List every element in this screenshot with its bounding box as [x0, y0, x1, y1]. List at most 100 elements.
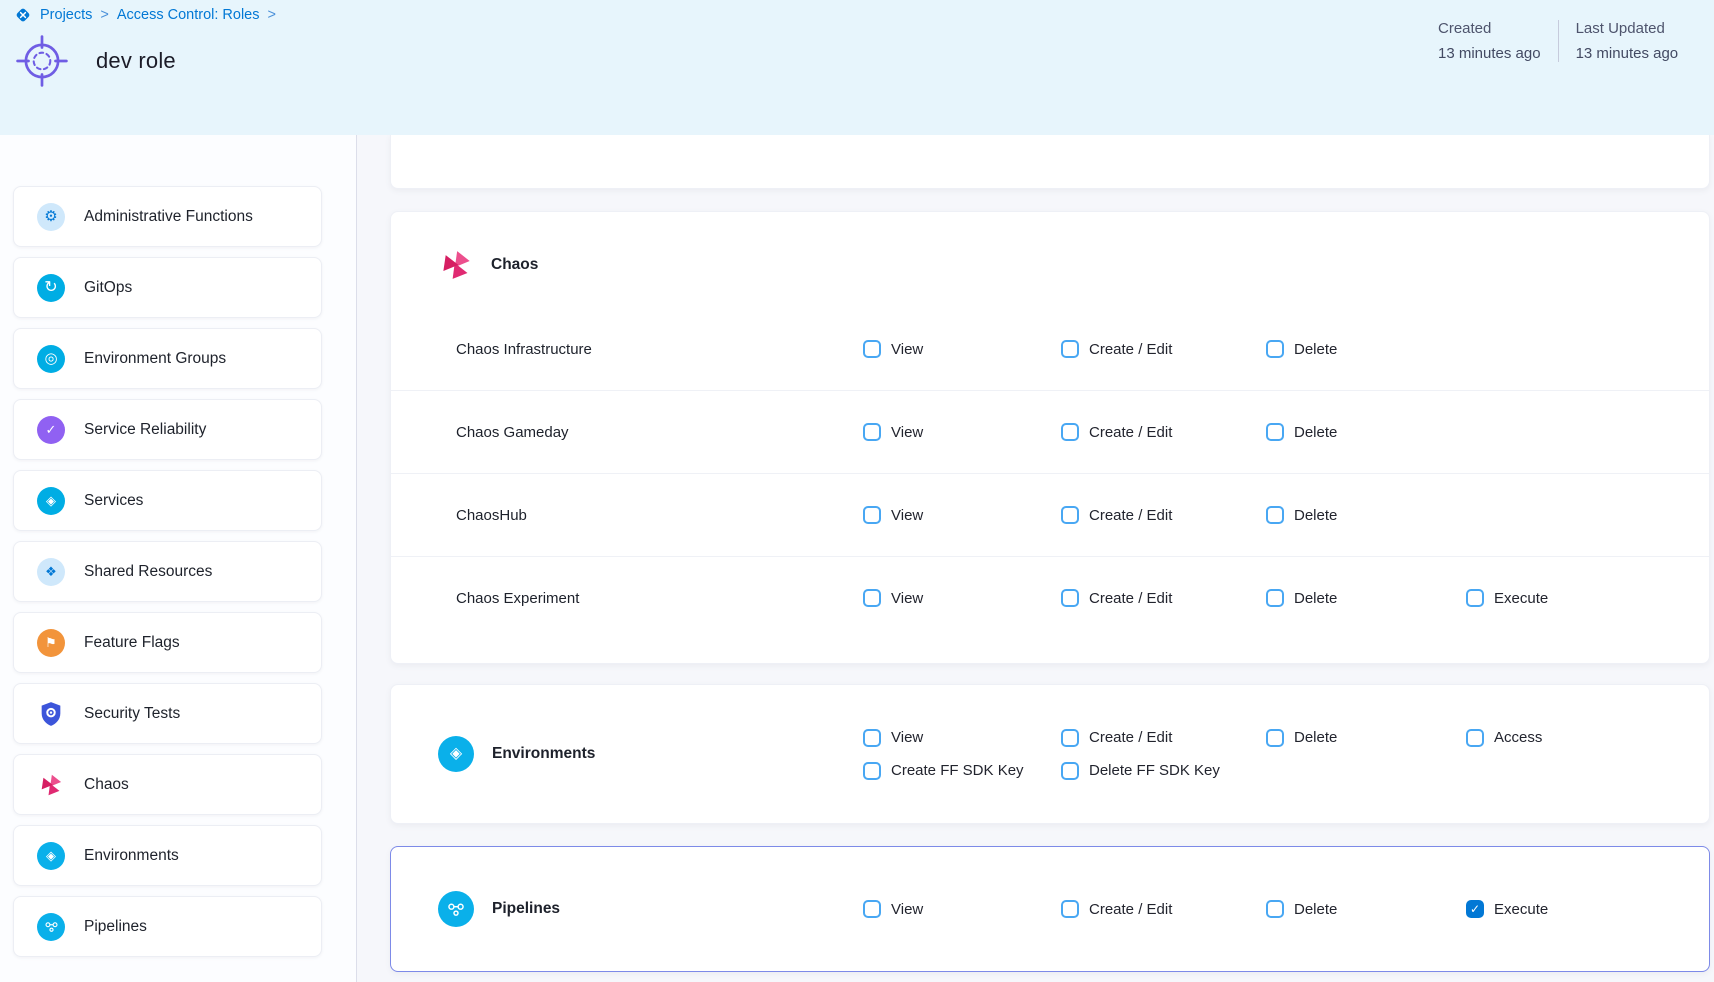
- resource-name: Chaos Infrastructure: [456, 341, 863, 358]
- pipelines-card[interactable]: PipelinesViewCreate / EditDelete✓Execute: [390, 846, 1710, 972]
- checkbox[interactable]: [863, 589, 881, 607]
- permission-delete[interactable]: Delete: [1266, 506, 1466, 524]
- sidebar-item-label: Feature Flags: [84, 634, 180, 652]
- sidebar-item-environments[interactable]: ◈Environments: [13, 825, 322, 886]
- checkbox[interactable]: [863, 900, 881, 918]
- checkbox[interactable]: [1266, 340, 1284, 358]
- resource-row: ChaosHubViewCreate / EditDelete: [391, 473, 1709, 556]
- breadcrumb-separator: >: [100, 7, 108, 23]
- breadcrumb-link[interactable]: Projects: [40, 7, 92, 23]
- permission-rows: View Create / Edit Delete✓Execute: [863, 900, 1709, 918]
- checkbox[interactable]: [1061, 340, 1079, 358]
- sidebar-item-shared-resources[interactable]: ❖ Shared Resources: [13, 541, 322, 602]
- scrolled-card-partial: [390, 135, 1710, 189]
- permission-execute[interactable]: Execute: [1466, 589, 1709, 607]
- checkbox[interactable]: [1061, 589, 1079, 607]
- permission-view[interactable]: View: [863, 729, 1061, 747]
- sidebar-item-label: Environment Groups: [84, 350, 226, 368]
- permission-create-edit[interactable]: Create / Edit: [1061, 729, 1266, 747]
- checkbox[interactable]: [1061, 900, 1079, 918]
- security-tests-icon: [37, 700, 65, 728]
- sidebar-item-chaos[interactable]: Chaos: [13, 754, 322, 815]
- permission-create-edit[interactable]: Create / Edit: [1061, 423, 1266, 441]
- checkbox[interactable]: [1266, 729, 1284, 747]
- environments-card[interactable]: ◈EnvironmentsView Create / Edit Delete Acce…: [390, 684, 1710, 824]
- permission-delete[interactable]: Delete: [1266, 729, 1466, 747]
- permission-label: View: [891, 424, 923, 441]
- checkbox[interactable]: ✓: [1466, 900, 1484, 918]
- feature-flags-icon: ⚑: [37, 629, 65, 657]
- checkbox[interactable]: [1061, 423, 1079, 441]
- permission-label: Delete: [1294, 729, 1337, 746]
- environments-icon: ◈: [37, 842, 65, 870]
- breadcrumb-link[interactable]: Access Control: Roles: [117, 7, 260, 23]
- sidebar-item-service-reliability[interactable]: ✓Service Reliability: [13, 399, 322, 460]
- sidebar-item-security-tests[interactable]: Security Tests: [13, 683, 322, 744]
- checkbox[interactable]: [863, 506, 881, 524]
- checkbox[interactable]: [1466, 729, 1484, 747]
- sidebar-item-administrative-functions[interactable]: ⚙Administrative Functions: [13, 186, 322, 247]
- permission-delete[interactable]: Delete: [1266, 589, 1466, 607]
- permission-label: Delete FF SDK Key: [1089, 762, 1220, 779]
- permission-create-edit[interactable]: Create / Edit: [1061, 506, 1266, 524]
- meta-divider: [1558, 20, 1559, 62]
- breadcrumb-separator: >: [268, 7, 276, 23]
- permission-label: Create / Edit: [1089, 729, 1172, 746]
- permission-view[interactable]: View: [863, 589, 1061, 607]
- sidebar-item-services[interactable]: ◈Services: [13, 470, 322, 531]
- header: Projects>Access Control: Roles> dev role…: [0, 0, 1714, 135]
- permission-delete[interactable]: Delete: [1266, 423, 1466, 441]
- sidebar-item-label: Chaos: [84, 776, 129, 794]
- permission-view[interactable]: View: [863, 900, 1061, 918]
- sidebar-item-feature-flags[interactable]: ⚑ Feature Flags: [13, 612, 322, 673]
- group-title: Chaos: [491, 256, 538, 274]
- permission-view[interactable]: View: [863, 340, 1061, 358]
- sidebar-item-label: Service Reliability: [84, 421, 206, 439]
- permission-create-edit[interactable]: Create / Edit: [1061, 900, 1266, 918]
- sidebar-item-label: Shared Resources: [84, 563, 212, 581]
- checkbox[interactable]: [863, 729, 881, 747]
- chaos-icon: [37, 771, 65, 799]
- permission-row: View Create / Edit Delete✓Execute: [863, 900, 1709, 918]
- checkbox[interactable]: [1266, 423, 1284, 441]
- permission-label: Create / Edit: [1089, 901, 1172, 918]
- checkbox[interactable]: [1061, 762, 1079, 780]
- permission-create-ff-sdk-key[interactable]: Create FF SDK Key: [863, 762, 1061, 780]
- sidebar-item-gitops[interactable]: ↻GitOps: [13, 257, 322, 318]
- checkbox[interactable]: [1266, 900, 1284, 918]
- permission-label: Create / Edit: [1089, 424, 1172, 441]
- checkbox[interactable]: [1266, 506, 1284, 524]
- checkbox[interactable]: [1466, 589, 1484, 607]
- page: Projects>Access Control: Roles> dev role…: [0, 0, 1714, 982]
- permission-label: Delete: [1294, 507, 1337, 524]
- permission-access[interactable]: Access: [1466, 729, 1709, 747]
- permission-label: View: [891, 507, 923, 524]
- permission-delete-ff-sdk-key[interactable]: Delete FF SDK Key: [1061, 762, 1266, 780]
- chaos-card: ChaosChaos InfrastructureViewCreate / Ed…: [390, 211, 1710, 664]
- permission-delete[interactable]: Delete: [1266, 900, 1466, 918]
- resource-title: Environments: [492, 745, 595, 763]
- permission-create-edit[interactable]: Create / Edit: [1061, 340, 1266, 358]
- permission-execute[interactable]: ✓Execute: [1466, 900, 1709, 918]
- permission-view[interactable]: View: [863, 423, 1061, 441]
- permission-label: Create / Edit: [1089, 590, 1172, 607]
- checkbox[interactable]: [863, 340, 881, 358]
- permission-label: Delete: [1294, 590, 1337, 607]
- permission-label: Access: [1494, 729, 1542, 746]
- checkbox[interactable]: [1061, 729, 1079, 747]
- permission-delete[interactable]: Delete: [1266, 340, 1466, 358]
- checkbox[interactable]: [863, 762, 881, 780]
- permission-view[interactable]: View: [863, 506, 1061, 524]
- sidebar-item-environment-groups[interactable]: ◎Environment Groups: [13, 328, 322, 389]
- shared-resources-icon: ❖: [37, 558, 65, 586]
- pipelines-icon: [37, 913, 65, 941]
- sidebar-item-pipelines[interactable]: Pipelines: [13, 896, 322, 957]
- permission-create-edit[interactable]: Create / Edit: [1061, 589, 1266, 607]
- checkbox[interactable]: [1266, 589, 1284, 607]
- resource-head: ◈Environments: [391, 736, 863, 772]
- checkbox[interactable]: [863, 423, 881, 441]
- resource-row: Chaos ExperimentViewCreate / EditDeleteE…: [391, 556, 1709, 639]
- permission-label: View: [891, 590, 923, 607]
- checkbox[interactable]: [1061, 506, 1079, 524]
- permission-label: Delete: [1294, 424, 1337, 441]
